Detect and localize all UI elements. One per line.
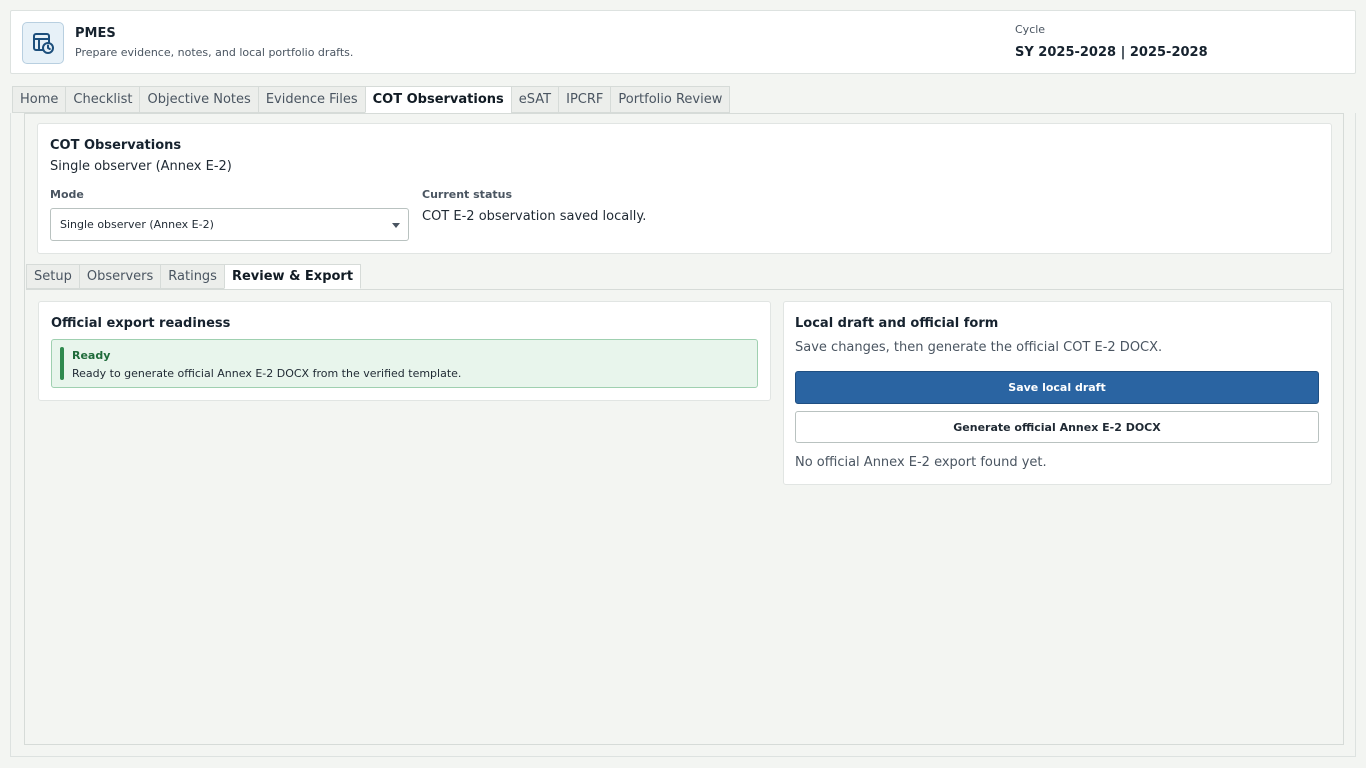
- generate-docx-button[interactable]: Generate official Annex E-2 DOCX: [795, 411, 1319, 443]
- export-readiness-card: Official export readiness Ready Ready to…: [38, 301, 771, 401]
- mode-select-value: Single observer (Annex E-2): [60, 218, 214, 231]
- subtab-ratings[interactable]: Ratings: [160, 264, 224, 289]
- tab-evidence-files[interactable]: Evidence Files: [257, 86, 365, 113]
- cycle-value: SY 2025-2028 | 2025-2028: [1015, 45, 1208, 60]
- review-export-panel: Official export readiness Ready Ready to…: [26, 289, 1343, 744]
- cot-summary-card: COT Observations Single observer (Annex …: [37, 123, 1332, 254]
- app-header: PMES Prepare evidence, notes, and local …: [10, 10, 1356, 74]
- tab-portfolio-review[interactable]: Portfolio Review: [610, 86, 731, 113]
- local-draft-subtitle: Save changes, then generate the official…: [795, 340, 1163, 355]
- cot-observations-panel: COT Observations Single observer (Annex …: [24, 113, 1344, 745]
- mode-select[interactable]: Single observer (Annex E-2): [50, 208, 409, 241]
- ready-status-label: Ready: [72, 349, 111, 362]
- current-status-value: COT E-2 observation saved locally.: [422, 209, 647, 224]
- current-status-label: Current status: [422, 188, 512, 201]
- local-draft-title: Local draft and official form: [795, 316, 999, 331]
- cot-title: COT Observations: [50, 138, 182, 153]
- main-panel: COT Observations Single observer (Annex …: [10, 113, 1356, 757]
- ready-alert: Ready Ready to generate official Annex E…: [51, 339, 758, 388]
- tab-home[interactable]: Home: [12, 86, 66, 113]
- cot-subtitle: Single observer (Annex E-2): [50, 159, 232, 174]
- main-tabs: Home Checklist Objective Notes Evidence …: [12, 86, 731, 113]
- save-local-draft-button[interactable]: Save local draft: [795, 371, 1319, 404]
- subtab-observers[interactable]: Observers: [78, 264, 161, 289]
- cycle-label: Cycle: [1015, 23, 1046, 36]
- tab-esat[interactable]: eSAT: [510, 86, 559, 113]
- export-status-note: No official Annex E-2 export found yet.: [795, 455, 1047, 470]
- subtab-setup[interactable]: Setup: [26, 264, 79, 289]
- tab-checklist[interactable]: Checklist: [65, 86, 140, 113]
- tab-objective-notes[interactable]: Objective Notes: [139, 86, 258, 113]
- tab-ipcrf[interactable]: IPCRF: [558, 86, 611, 113]
- ready-message: Ready to generate official Annex E-2 DOC…: [72, 367, 462, 380]
- tab-cot-observations[interactable]: COT Observations: [364, 86, 511, 113]
- subtab-review-export[interactable]: Review & Export: [223, 264, 362, 289]
- ready-indicator-bar: [60, 347, 64, 380]
- calendar-clock-icon: [22, 22, 64, 64]
- app-name: PMES: [75, 26, 116, 41]
- cot-subtabs: Setup Observers Ratings Review & Export: [26, 264, 362, 289]
- mode-label: Mode: [50, 188, 84, 201]
- local-draft-card: Local draft and official form Save chang…: [783, 301, 1332, 485]
- caret-down-icon: [392, 223, 400, 228]
- readiness-title: Official export readiness: [51, 316, 231, 331]
- app-subtitle: Prepare evidence, notes, and local portf…: [75, 46, 354, 59]
